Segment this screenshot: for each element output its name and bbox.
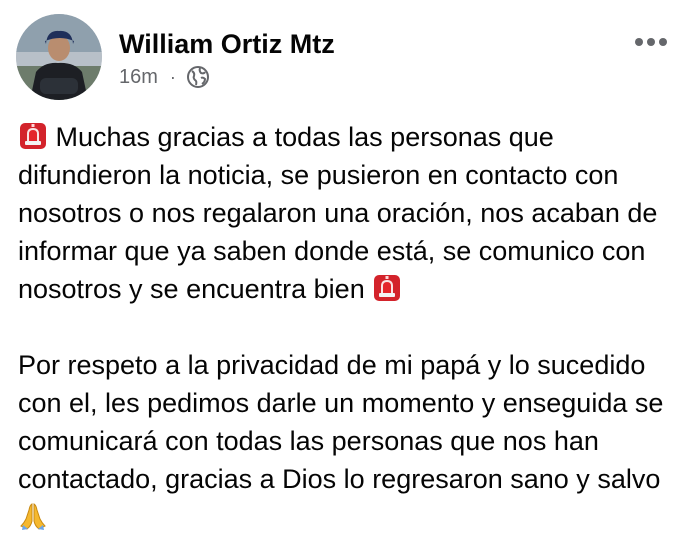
author-name[interactable]: William Ortiz Mtz [119,28,335,60]
post-meta: 16m · [119,64,210,90]
paragraph-1-text: Muchas gracias a todas las personas que … [18,122,658,304]
avatar-photo [16,14,102,100]
globe-icon[interactable] [186,65,210,89]
more-options-button[interactable] [631,28,671,56]
post-paragraph-1: Muchas gracias a todas las personas que … [18,118,666,308]
police-light-icon [18,121,48,151]
post-timestamp[interactable]: 16m [119,66,158,89]
author-avatar[interactable] [16,14,102,100]
post-paragraph-2: Por respeto a la privacidad de mi papá y… [18,346,666,536]
meta-separator: · [169,67,176,87]
praying-hands-icon [18,501,48,531]
post-body: Muchas gracias a todas las personas que … [18,118,666,536]
post-header: William Ortiz Mtz 16m · [0,0,679,110]
more-options-icon [635,38,667,46]
police-light-icon [372,273,402,303]
paragraph-2-text: Por respeto a la privacidad de mi papá y… [18,350,664,494]
